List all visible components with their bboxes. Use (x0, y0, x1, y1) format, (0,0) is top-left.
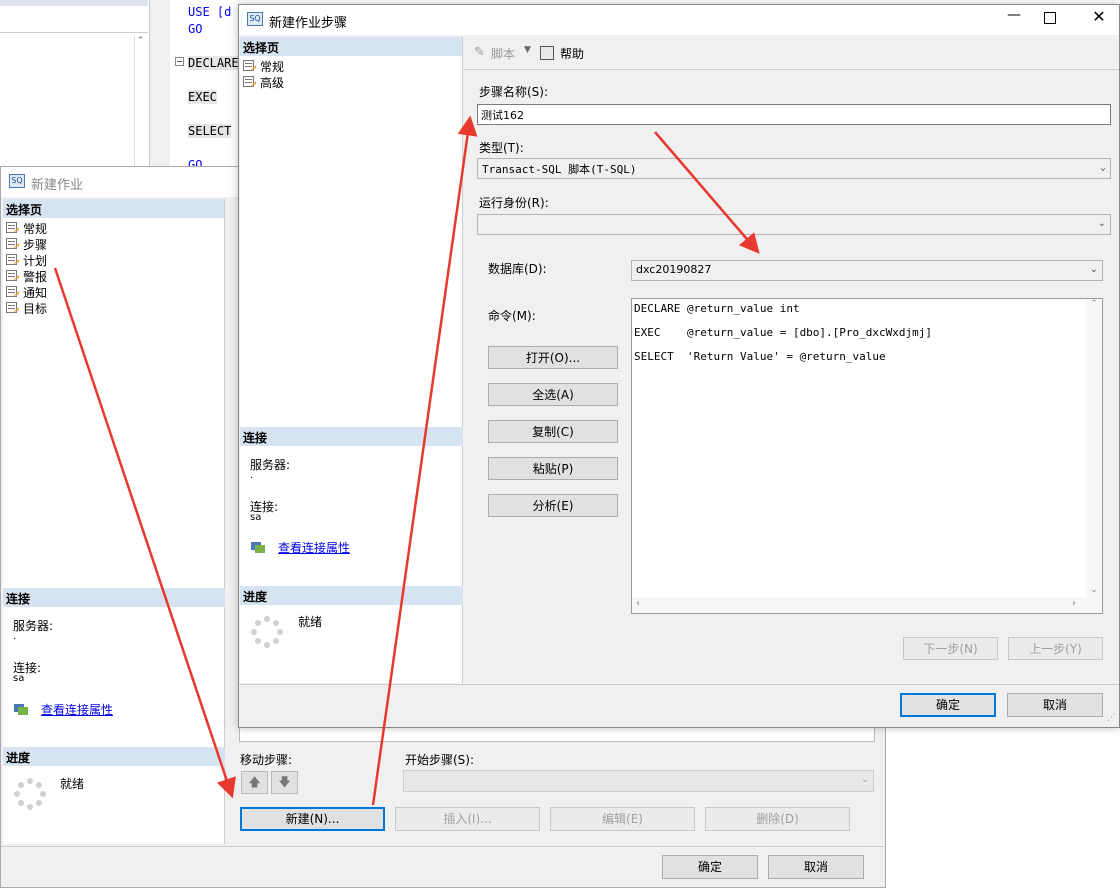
arrow-to-new-button (53, 267, 236, 799)
arrow-to-database (654, 131, 760, 254)
annotation-arrows (53, 115, 760, 806)
arrow-to-step-name (371, 115, 478, 806)
